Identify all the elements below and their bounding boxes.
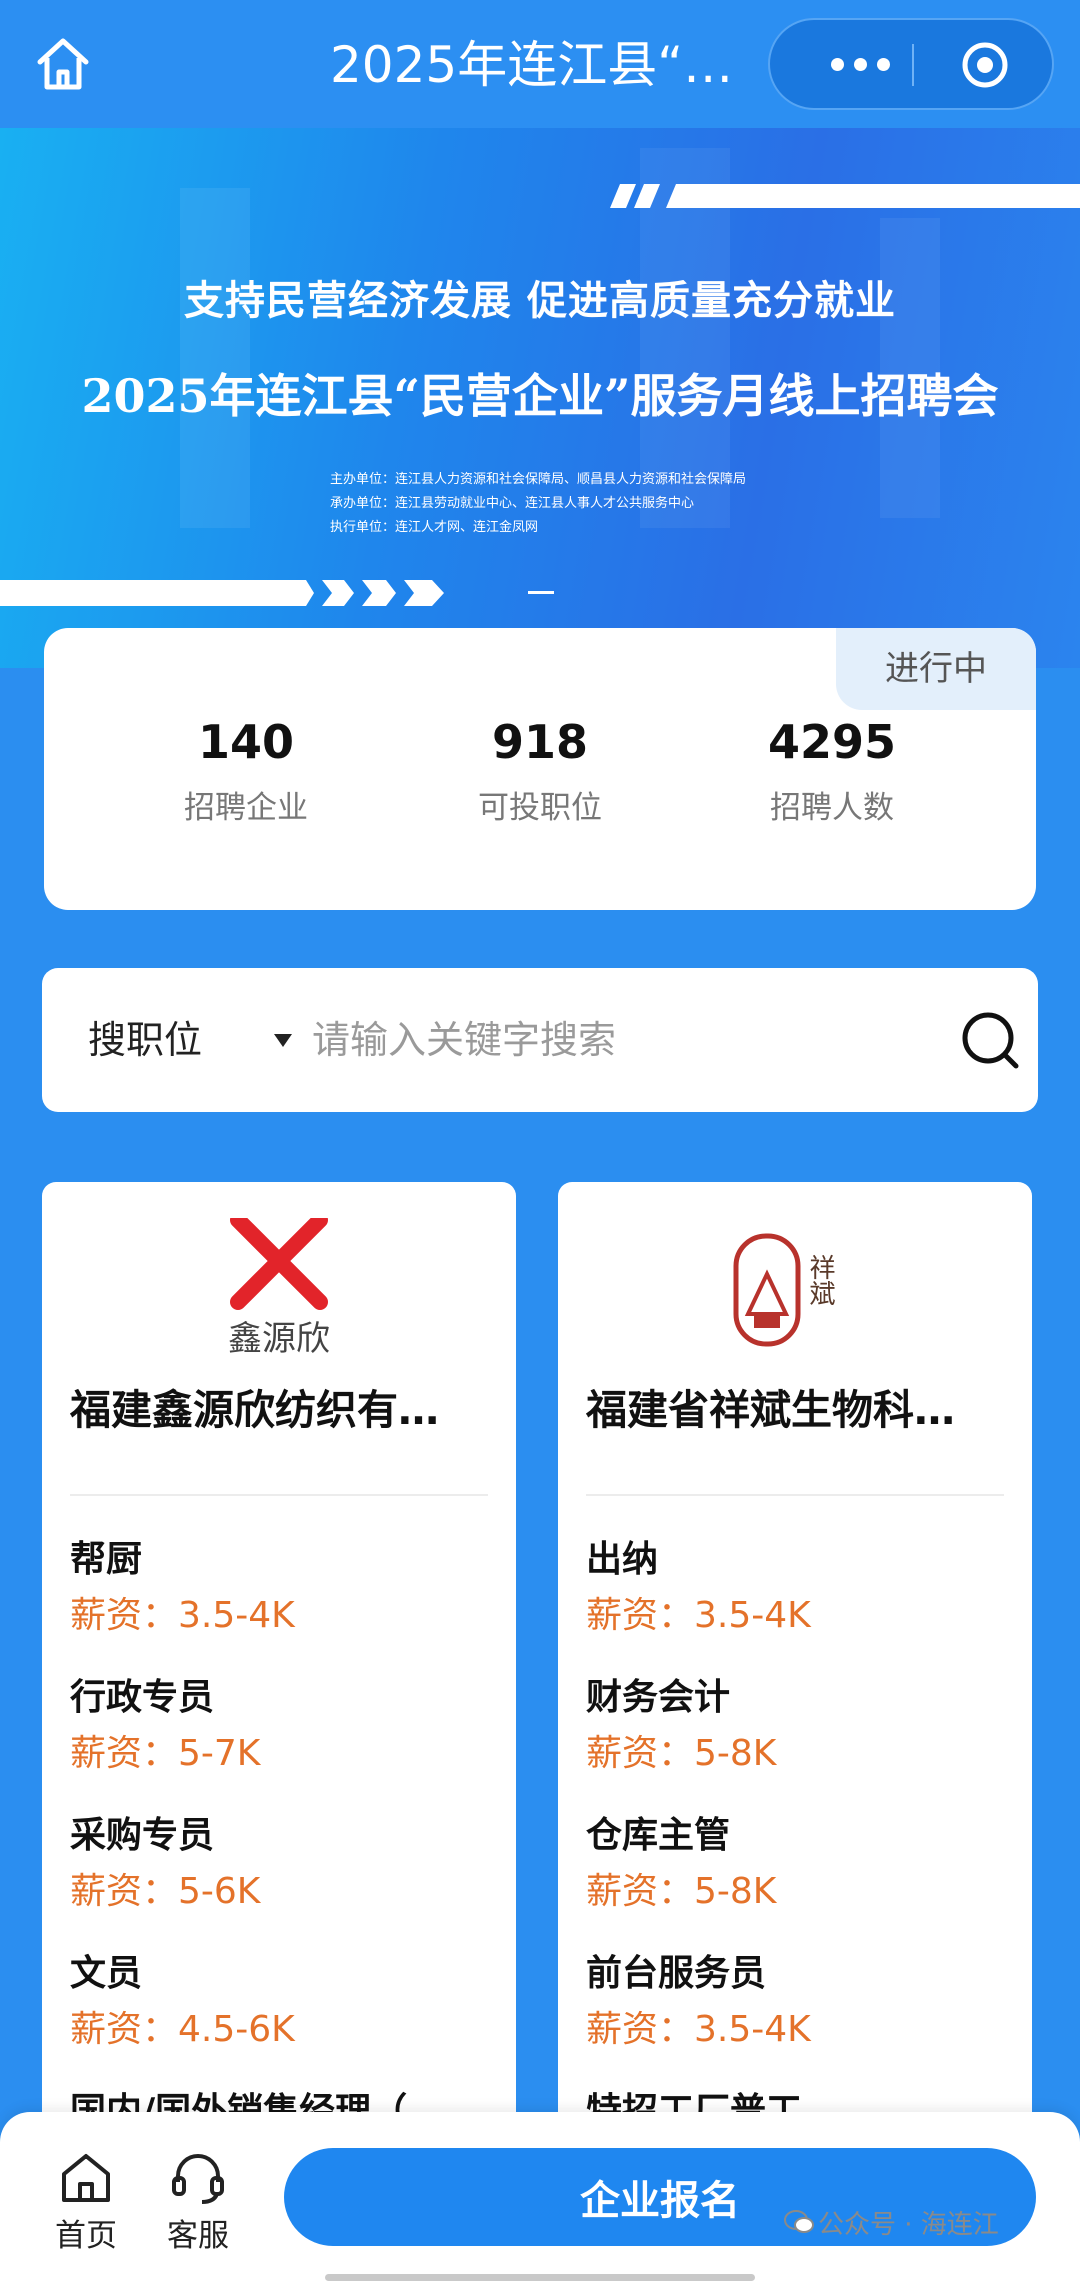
watermark-text: 公众号 · 海连江 <box>818 2210 999 2240</box>
job-title: 前台服务员 <box>586 1953 767 1994</box>
target-icon[interactable] <box>960 40 1010 90</box>
stat-companies: 140 招聘企业 <box>126 712 366 827</box>
carousel-indicator <box>528 591 554 594</box>
home-icon[interactable] <box>32 34 94 94</box>
banner-event-title: 2025年连江县“民营企业”服务月线上招聘会 <box>81 369 999 423</box>
banner-host: 主办单位：连江县人力资源和社会保障局、顺昌县人力资源和社会保障局 <box>330 472 747 487</box>
job-salary: 薪资：3.5-4K <box>70 1595 295 1636</box>
job-title: 采购专员 <box>70 1815 215 1856</box>
divider <box>586 1494 1004 1496</box>
job-item[interactable]: 仓库主管 薪资：5-8K <box>586 1810 1006 1918</box>
search-icon[interactable] <box>958 1008 1024 1074</box>
chevron-down-icon[interactable] <box>274 1034 292 1047</box>
banner-organizer: 承办单位：连江县劳动就业中心、连江县人事人才公共服务中心 <box>330 496 695 511</box>
company-name: 福建省祥斌生物科… <box>586 1386 955 1434</box>
job-title: 财务会计 <box>586 1677 731 1718</box>
job-item[interactable]: 出纳 薪资：3.5-4K <box>586 1534 1006 1642</box>
search-type-dropdown[interactable]: 搜职位 <box>88 968 202 1112</box>
banner-slogan: 支持民营经济发展 促进高质量充分就业 <box>184 277 896 324</box>
job-item[interactable]: 行政专员 薪资：5-7K <box>70 1672 490 1780</box>
wechat-icon <box>784 2209 814 2242</box>
top-bar: 2025年连江县“… <box>0 0 1080 128</box>
event-banner[interactable]: 支持民营经济发展 促进高质量充分就业 2025年连江县“民营企业”服务月线上招聘… <box>0 128 1080 668</box>
company-name: 福建鑫源欣纺织有… <box>70 1386 439 1434</box>
stat-label: 招聘人数 <box>770 790 894 826</box>
company-logo: 祥斌 <box>558 1218 1032 1358</box>
headset-icon <box>172 2154 224 2204</box>
nav-service[interactable]: 客服 <box>148 2152 248 2255</box>
search-bar: 搜职位 <box>42 968 1038 1112</box>
company-logo-text: 鑫源欣 <box>228 1319 330 1358</box>
stat-headcount: 4295 招聘人数 <box>712 712 952 827</box>
bottom-bar: 首页 客服 企业报名 公众号 · 海连江 <box>0 2112 1080 2285</box>
job-item[interactable]: 帮厨 薪资：3.5-4K <box>70 1534 490 1642</box>
job-salary: 薪资：5-7K <box>70 1733 261 1774</box>
stat-value: 140 <box>197 715 295 769</box>
capsule-divider <box>912 44 914 86</box>
job-title: 帮厨 <box>70 1539 143 1580</box>
job-title: 出纳 <box>586 1539 659 1580</box>
job-item[interactable]: 财务会计 薪资：5-8K <box>586 1672 1006 1780</box>
search-input[interactable] <box>312 1002 912 1078</box>
stat-value: 4295 <box>767 715 897 769</box>
mini-program-capsule <box>768 18 1054 110</box>
home-indicator <box>325 2274 755 2281</box>
more-dots-icon[interactable] <box>810 20 910 108</box>
nav-service-label: 客服 <box>167 2218 229 2254</box>
stat-positions: 918 可投职位 <box>420 712 660 827</box>
job-salary: 薪资：5-8K <box>586 1871 777 1912</box>
home-icon <box>62 2154 110 2202</box>
banner-stripes-decoration <box>610 184 1080 208</box>
job-item[interactable]: 采购专员 薪资：5-6K <box>70 1810 490 1918</box>
job-item[interactable]: 文员 薪资：4.5-6K <box>70 1948 490 2056</box>
watermark: 公众号 · 海连江 <box>784 2204 999 2242</box>
nav-home[interactable]: 首页 <box>36 2152 136 2255</box>
job-title: 行政专员 <box>70 1677 215 1718</box>
banner-executor: 执行单位：连江人才网、连江金凤网 <box>330 520 539 535</box>
status-badge: 进行中 <box>836 628 1036 710</box>
job-salary: 薪资：3.5-4K <box>586 2009 811 2050</box>
job-salary: 薪资：5-6K <box>70 1871 261 1912</box>
company-logo-text: 祥斌 <box>805 1254 835 1306</box>
job-salary: 薪资：4.5-6K <box>70 2009 295 2050</box>
banner-arrows-decoration <box>0 580 444 606</box>
divider <box>70 1494 488 1496</box>
job-item[interactable]: 前台服务员 薪资：3.5-4K <box>586 1948 1006 2056</box>
job-salary: 薪资：5-8K <box>586 1733 777 1774</box>
stat-label: 招聘企业 <box>184 790 308 826</box>
nav-home-label: 首页 <box>55 2218 117 2254</box>
job-title: 仓库主管 <box>586 1815 731 1856</box>
job-title: 文员 <box>70 1953 143 1994</box>
banner-decoration <box>180 188 250 528</box>
job-salary: 薪资：3.5-4K <box>586 1595 811 1636</box>
stats-card: 进行中 140 招聘企业 918 可投职位 4295 招聘人数 <box>44 628 1036 910</box>
stat-label: 可投职位 <box>478 790 602 826</box>
page-title: 2025年连江县“… <box>330 36 734 94</box>
company-logo: 鑫源欣 <box>42 1212 516 1359</box>
stat-value: 918 <box>491 715 589 769</box>
